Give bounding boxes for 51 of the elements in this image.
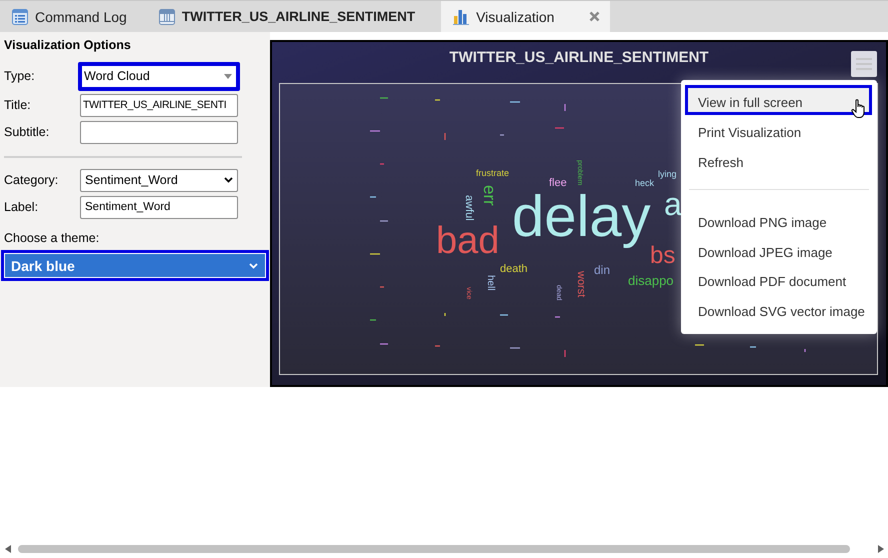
table-icon — [158, 8, 175, 24]
field-label: Category: — [4, 173, 60, 187]
menu-item[interactable]: Download JPEG image — [685, 238, 872, 267]
cloud-word: flee — [549, 178, 567, 189]
panel-heading: Visualization Options — [4, 38, 132, 52]
tab[interactable]: Command Log — [0, 1, 141, 32]
cloud-word: death — [500, 264, 528, 275]
scroll-right-icon[interactable] — [878, 544, 884, 552]
list-icon — [12, 8, 28, 24]
menu-item[interactable]: Refresh — [685, 145, 872, 175]
menu-item[interactable]: Print Visualization — [685, 115, 872, 145]
field-label: Type: — [4, 69, 36, 83]
label-field[interactable]: Sentiment_Word — [80, 196, 238, 218]
cloud-word: heck — [635, 179, 654, 188]
subtitle-field[interactable] — [80, 120, 238, 144]
chevron-down-icon — [224, 177, 233, 183]
menu-item[interactable]: Download PNG image — [685, 208, 872, 238]
title-field[interactable]: TWITTER_US_AIRLINE_SENTI — [80, 94, 238, 116]
bar-chart-icon — [453, 8, 470, 24]
scrollbar-thumb[interactable] — [18, 544, 850, 552]
cloud-word: worst — [575, 271, 586, 298]
cloud-word: delay — [512, 188, 651, 246]
cloud-word: hell — [485, 275, 495, 291]
field-label: Label: — [4, 200, 40, 214]
cloud-word: frustrate — [476, 169, 510, 178]
field-label: Subtitle: — [4, 125, 50, 139]
menu-item[interactable]: Download SVG vector image — [685, 296, 872, 326]
tab[interactable]: TWITTER_US_AIRLINE_SENTIMENT — [140, 1, 442, 32]
cloud-word: awful — [463, 195, 474, 221]
field-label: Title: — [4, 98, 32, 112]
close-icon[interactable] — [589, 11, 600, 22]
field-label: Choose a theme: — [4, 231, 100, 245]
category-dropdown[interactable]: Sentiment_Word — [80, 168, 238, 192]
menu-item[interactable]: View in full screen — [685, 85, 872, 115]
cloud-word: disappo — [628, 274, 674, 287]
cloud-word: bs — [650, 244, 676, 268]
chevron-down-icon — [249, 262, 258, 268]
menu-item[interactable]: Download PDF document — [685, 267, 872, 296]
cloud-word: lying — [658, 170, 677, 179]
type-dropdown[interactable]: Word Cloud — [78, 62, 240, 90]
cloud-word: a — [664, 188, 682, 220]
theme-dropdown[interactable]: Dark blue — [1, 250, 269, 281]
cloud-word: err — [481, 185, 498, 206]
chart-title: TWITTER_US_AIRLINE_SENTIMENT — [448, 48, 710, 68]
hand-cursor-icon — [851, 99, 867, 119]
scroll-left-icon[interactable] — [5, 544, 11, 552]
dropdown-arrow-icon — [224, 74, 232, 78]
cloud-word: bad — [436, 222, 500, 260]
cloud-word: din — [594, 264, 610, 276]
tab[interactable]: Visualization — [441, 1, 610, 32]
menu-icon — [856, 58, 872, 70]
